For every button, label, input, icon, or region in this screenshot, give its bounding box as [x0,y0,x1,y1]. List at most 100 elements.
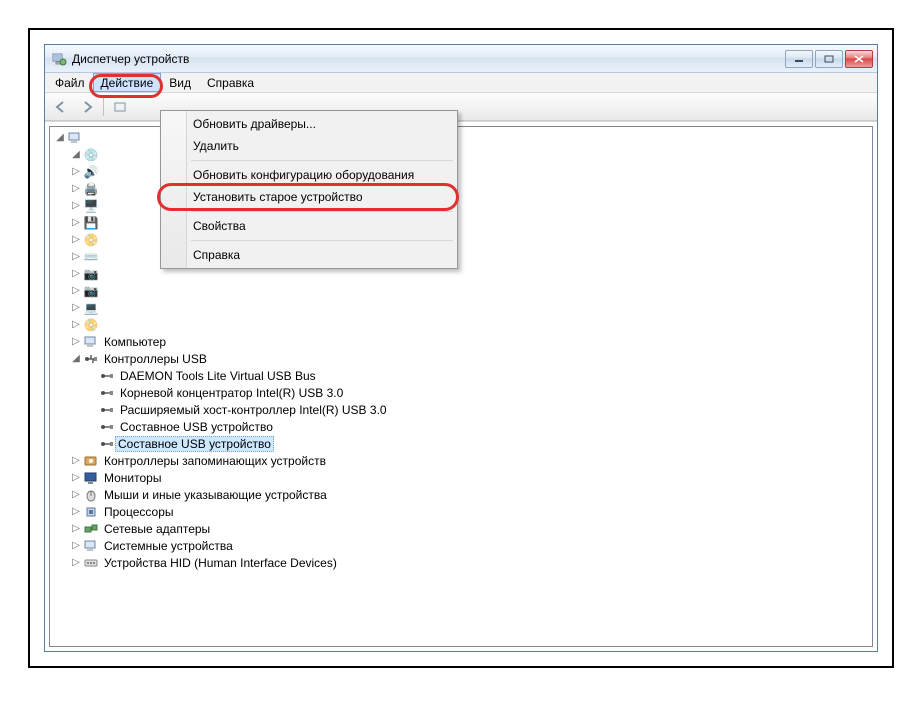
menu-add-legacy[interactable]: Установить старое устройство [163,186,455,208]
tree-row-computer[interactable]: ▷ Компьютер [50,333,872,350]
mouse-icon [83,487,99,503]
dropdown-separator [191,211,453,212]
tree-row-hid[interactable]: ▷ Устройства HID (Human Interface Device… [50,554,872,571]
maximize-button[interactable] [815,50,843,68]
tree-label: Контроллеры USB [102,352,209,366]
tree-row-usb-roothub[interactable]: Корневой концентратор Intel(R) USB 3.0 [50,384,872,401]
tree-label: Мыши и иные указывающие устройства [102,488,329,502]
tree-row-usb-controllers[interactable]: ◢ Контроллеры USB [50,350,872,367]
toolbar-extra-button[interactable] [108,96,132,118]
expand-icon[interactable]: ▷ [70,319,82,330]
tree-label: Процессоры [102,505,176,519]
network-icon [83,521,99,537]
menu-action[interactable]: Действие [93,73,162,92]
tree-label: Сетевые адаптеры [102,522,212,536]
expand-icon[interactable]: ▷ [70,489,82,500]
expand-icon[interactable]: ▷ [70,540,82,551]
usb-device-icon [99,368,115,384]
tree-row-usb-composite1[interactable]: Составное USB устройство [50,418,872,435]
expand-icon[interactable]: ▷ [70,302,82,313]
action-dropdown: Обновить драйверы... Удалить Обновить ко… [160,110,458,269]
category-icon: 📷 [83,283,99,299]
cpu-icon [83,504,99,520]
menu-help[interactable]: Справка [199,73,262,92]
category-icon: 🖥️ [83,198,99,214]
tree-row-network[interactable]: ▷ Сетевые адаптеры [50,520,872,537]
computer-icon [83,334,99,350]
tree-label: Составное USB устройство [118,420,275,434]
expand-icon[interactable]: ▷ [70,455,82,466]
expand-icon[interactable]: ▷ [70,506,82,517]
menu-help[interactable]: Справка [163,244,455,266]
collapse-icon[interactable]: ◢ [70,149,82,160]
dropdown-separator [191,160,453,161]
expand-icon[interactable]: ▷ [70,472,82,483]
tree-row-usb-xhci[interactable]: Расширяемый хост-контроллер Intel(R) USB… [50,401,872,418]
dropdown-separator [191,240,453,241]
expand-icon[interactable]: ▷ [70,200,82,211]
minimize-button[interactable] [785,50,813,68]
expand-icon[interactable]: ▷ [70,336,82,347]
storage-icon [83,453,99,469]
tree-label: Системные устройства [102,539,235,553]
tree-row-usb-daemon[interactable]: DAEMON Tools Lite Virtual USB Bus [50,367,872,384]
toolbar-separator [103,98,104,116]
menu-delete[interactable]: Удалить [163,135,455,157]
tree-row-storage[interactable]: ▷ Контроллеры запоминающих устройств [50,452,872,469]
menu-file[interactable]: Файл [47,73,93,92]
category-icon: 💾 [83,215,99,231]
category-icon: 📷 [83,266,99,282]
system-icon [83,538,99,554]
tree-label: Контроллеры запоминающих устройств [102,454,328,468]
expand-icon[interactable]: ▷ [70,523,82,534]
tree-row[interactable]: ▷💻 [50,299,872,316]
tree-row[interactable]: ▷📀 [50,316,872,333]
tree-row-usb-composite2-selected[interactable]: Составное USB устройство [50,435,872,452]
close-button[interactable] [845,50,873,68]
menu-update-drivers[interactable]: Обновить драйверы... [163,113,455,135]
category-icon: 🖨️ [83,181,99,197]
menu-view[interactable]: Вид [161,73,199,92]
expand-icon[interactable]: ▷ [70,183,82,194]
usb-icon [83,351,99,367]
tree-label: Составное USB устройство [115,436,274,452]
device-manager-window: Диспетчер устройств Файл Действие Вид Сп… [44,44,878,652]
titlebar[interactable]: Диспетчер устройств [45,45,877,73]
category-icon: 🔊 [83,164,99,180]
expand-icon[interactable]: ▷ [70,557,82,568]
tree-row-processors[interactable]: ▷ Процессоры [50,503,872,520]
tree-label: Мониторы [102,471,163,485]
back-button[interactable] [49,96,73,118]
expand-icon[interactable]: ▷ [70,217,82,228]
category-icon: 💿 [83,147,99,163]
collapse-icon[interactable]: ◢ [54,132,66,143]
menu-properties[interactable]: Свойства [163,215,455,237]
tree-label: DAEMON Tools Lite Virtual USB Bus [118,369,318,383]
category-icon: 💻 [83,300,99,316]
tree-label: Расширяемый хост-контроллер Intel(R) USB… [118,403,389,417]
tree-label: Компьютер [102,335,168,349]
tree-row-monitors[interactable]: ▷ Мониторы [50,469,872,486]
collapse-icon[interactable]: ◢ [70,353,82,364]
category-icon: 📀 [83,232,99,248]
hid-icon [83,555,99,571]
expand-icon[interactable]: ▷ [70,268,82,279]
tree-row[interactable]: ▷📷 [50,282,872,299]
expand-icon[interactable]: ▷ [70,285,82,296]
usb-device-icon [99,436,115,452]
usb-device-icon [99,385,115,401]
menubar: Файл Действие Вид Справка [45,73,877,93]
expand-icon[interactable]: ▷ [70,234,82,245]
menu-rescan-hardware[interactable]: Обновить конфигурацию оборудования [163,164,455,186]
tree-row-mice[interactable]: ▷ Мыши и иные указывающие устройства [50,486,872,503]
category-icon: 📀 [83,317,99,333]
tree-row-system[interactable]: ▷ Системные устройства [50,537,872,554]
expand-icon[interactable]: ▷ [70,251,82,262]
expand-icon[interactable]: ▷ [70,166,82,177]
device-manager-icon [51,51,67,67]
window-title: Диспетчер устройств [72,52,785,66]
tree-label: Корневой концентратор Intel(R) USB 3.0 [118,386,345,400]
monitor-icon [83,470,99,486]
usb-device-icon [99,402,115,418]
forward-button[interactable] [75,96,99,118]
